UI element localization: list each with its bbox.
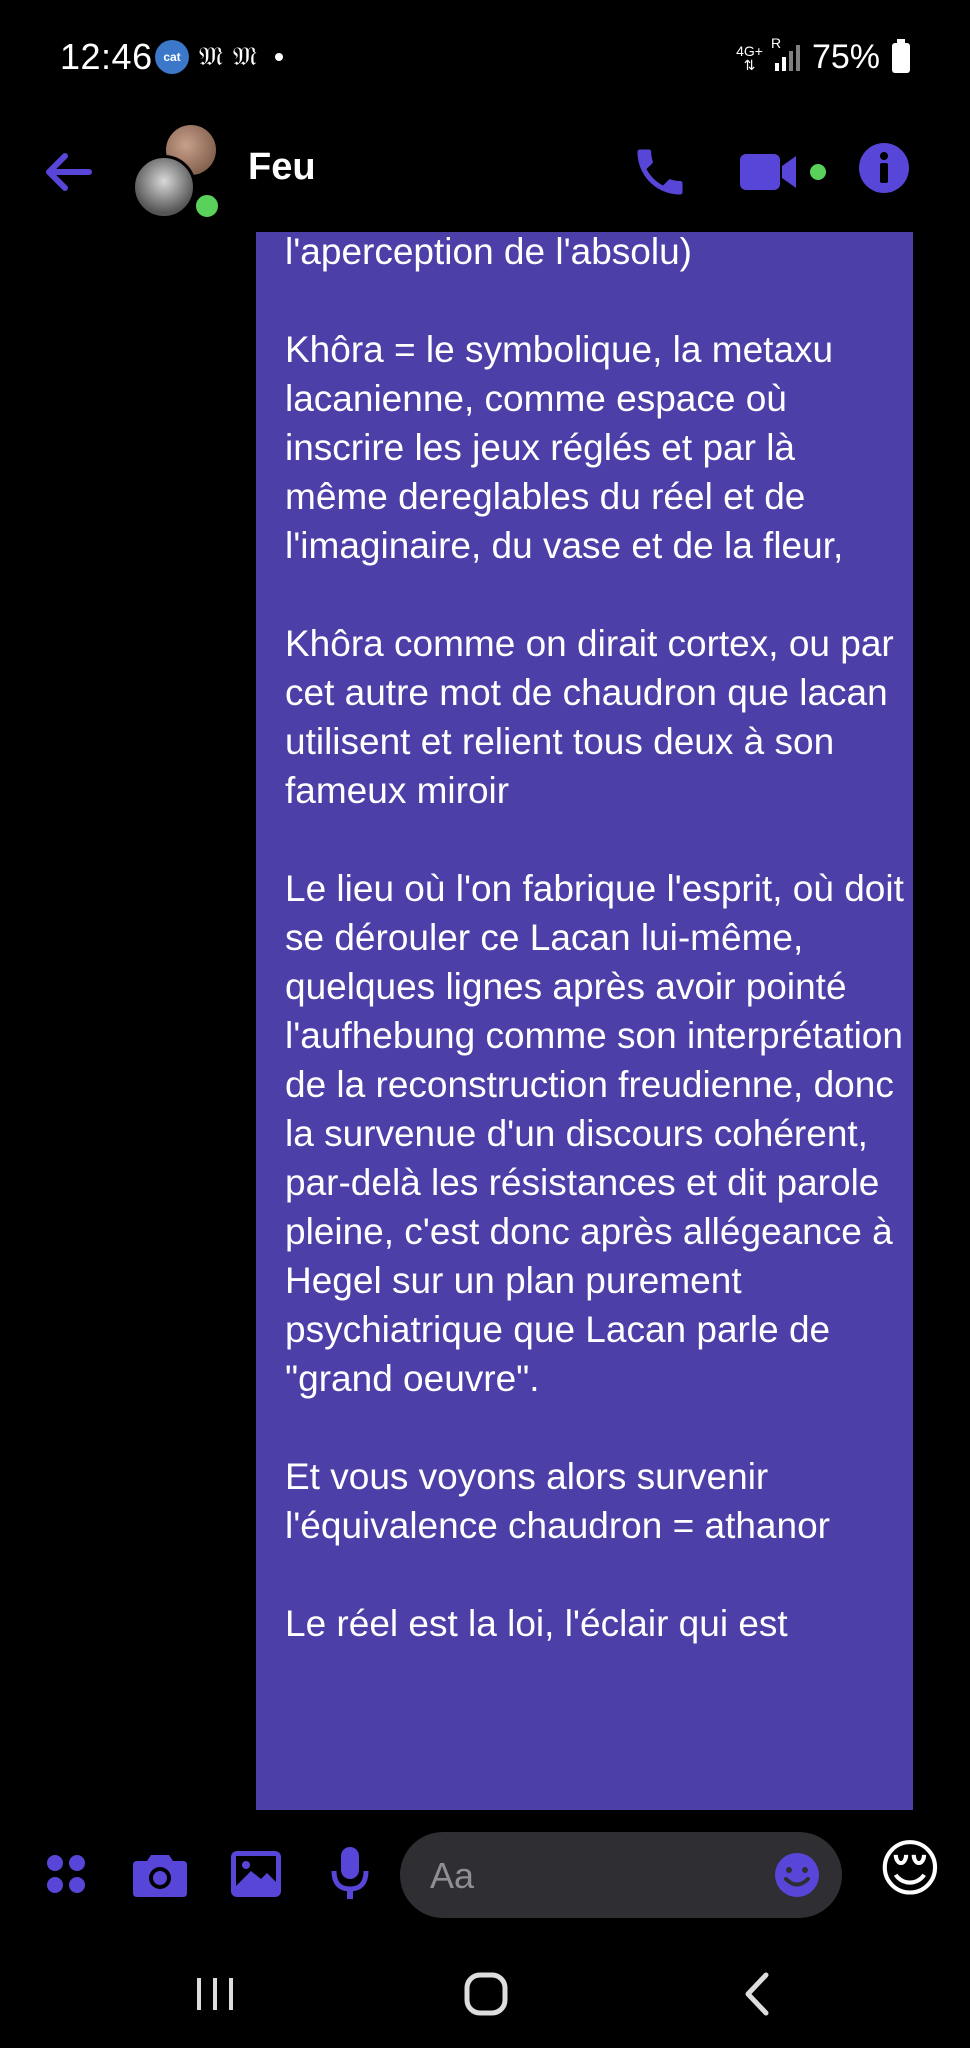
back-button[interactable] <box>40 144 96 200</box>
active-indicator <box>810 164 826 180</box>
smiley-icon <box>775 1853 819 1897</box>
home-button[interactable] <box>451 1964 521 2024</box>
status-time: 12:46 <box>60 36 153 77</box>
system-status: 4G+ ⇅ R 75% <box>736 35 910 77</box>
voice-call-button[interactable] <box>630 142 690 202</box>
contact-avatar[interactable] <box>130 125 222 221</box>
recent-apps-button[interactable] <box>180 1964 250 2024</box>
message-input[interactable] <box>428 1850 762 1902</box>
microphone-button[interactable] <box>318 1842 382 1906</box>
signal-icon: R <box>771 35 800 71</box>
battery-percent: 75% <box>811 38 880 76</box>
avatar <box>132 155 196 219</box>
menu-grid-icon <box>47 1855 85 1893</box>
newspaper-m-icon: 𝔐 <box>199 41 223 72</box>
recent-apps-icon <box>197 1978 233 2010</box>
home-icon <box>464 1972 508 2016</box>
message-text: l'aperception de l'absolu) Khôra = le sy… <box>285 232 904 1644</box>
info-button[interactable] <box>858 142 910 194</box>
contact-name[interactable]: Feu <box>248 146 316 189</box>
camera-button[interactable] <box>128 1842 192 1906</box>
message-bubble[interactable]: l'aperception de l'absolu) Khôra = le sy… <box>256 232 913 1810</box>
chat-header: Feu <box>0 120 970 230</box>
system-navigation-bar <box>0 1940 970 2048</box>
gallery-button[interactable] <box>224 1842 288 1906</box>
microphone-icon <box>331 1847 369 1899</box>
cat-badge-icon: cat <box>155 40 189 74</box>
phone-icon <box>637 149 683 195</box>
message-input-container[interactable] <box>400 1832 842 1918</box>
dot-icon <box>274 53 283 61</box>
network-type-icon: 4G+ ⇅ <box>736 42 763 73</box>
arrow-left-icon <box>46 153 92 191</box>
battery-icon <box>892 38 910 73</box>
back-icon <box>745 1972 769 2016</box>
roaming-label: R <box>770 34 782 51</box>
image-icon <box>231 1851 281 1897</box>
emoji-picker-button[interactable] <box>774 1852 820 1898</box>
camera-icon <box>133 1855 187 1897</box>
online-status-indicator <box>192 191 222 221</box>
quick-reaction-button[interactable]: 😌 <box>870 1830 950 1910</box>
message-composer: 😌 <box>0 1820 970 1930</box>
menu-grid-button[interactable] <box>34 1842 98 1906</box>
notification-icons: cat 𝔐 𝔐 <box>155 40 283 74</box>
newspaper-m-icon: 𝔐 <box>232 41 257 72</box>
status-bar: 12:46 cat 𝔐 𝔐 4G+ ⇅ R 75% <box>0 0 970 120</box>
video-camera-icon <box>740 154 796 190</box>
back-nav-button[interactable] <box>722 1964 792 2024</box>
info-icon <box>859 143 909 193</box>
video-call-button[interactable] <box>740 142 830 202</box>
